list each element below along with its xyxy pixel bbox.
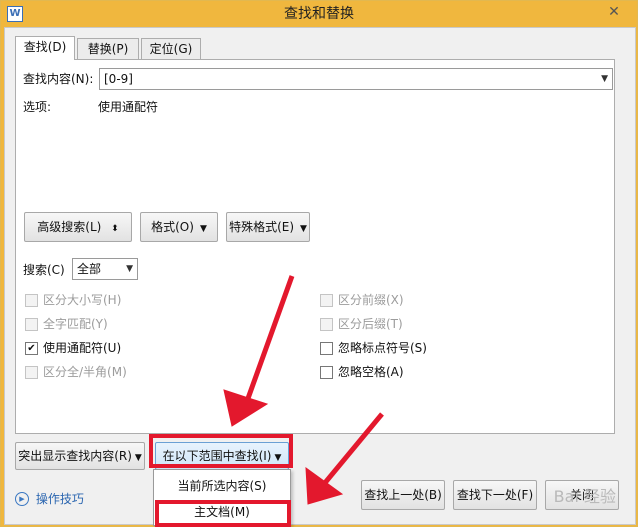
checkbox-label: 全字匹配(Y): [43, 317, 108, 331]
watermark: Bai 经验: [553, 487, 616, 506]
checkbox-box: [320, 318, 333, 331]
tab-replace[interactable]: 替换(P): [77, 38, 139, 59]
checkbox-label: 区分大小写(H): [43, 293, 122, 307]
special-format-label: 特殊格式(E): [229, 220, 295, 234]
options-value: 使用通配符: [98, 100, 159, 114]
tips-label: 操作技巧: [35, 491, 84, 506]
checkbox-label: 区分前缀(X): [338, 293, 404, 307]
title-bar: W 查找和替换 ✕: [1, 1, 637, 27]
search-scope-select[interactable]: 全部 ▼: [72, 258, 138, 280]
chevron-down-icon: ▼: [300, 224, 307, 234]
chevron-down-icon: ▼: [126, 264, 133, 274]
expand-collapse-icon: ⬍: [111, 224, 119, 234]
find-what-value: [0-9]: [104, 72, 133, 86]
checkbox-box: [25, 294, 38, 307]
tips-link[interactable]: ▶ 操作技巧: [15, 490, 84, 506]
checkbox-box: [320, 294, 333, 307]
checkbox-label: 忽略标点符号(S): [338, 341, 427, 355]
chevron-down-icon[interactable]: ▼: [601, 69, 608, 89]
menu-item-current-selection[interactable]: 当前所选内容(S): [154, 474, 290, 498]
checkbox-label: 忽略空格(A): [338, 365, 404, 379]
advanced-search-label: 高级搜索(L): [37, 220, 102, 234]
find-previous-button[interactable]: 查找上一处(B): [361, 480, 445, 510]
checkbox-box: [25, 318, 38, 331]
find-panel: 查找内容(N): [0-9] ▼ 选项: 使用通配符 高级搜索(L) ⬍ 格式(…: [15, 59, 615, 434]
advanced-search-button[interactable]: 高级搜索(L) ⬍: [24, 212, 132, 242]
dialog-body: 查找(D) 替换(P) 定位(G) 查找内容(N): [0-9] ▼ 选项: 使…: [4, 27, 636, 525]
find-next-button[interactable]: 查找下一处(F): [453, 480, 537, 510]
chevron-down-icon: ▼: [199, 224, 207, 234]
annotation-box-find-in: [149, 434, 293, 468]
find-replace-dialog: W 查找和替换 ✕ 查找(D) 替换(P) 定位(G) 查找内容(N): [0-…: [0, 0, 638, 527]
checkbox-box: [320, 342, 333, 355]
find-what-input[interactable]: [0-9] ▼: [99, 68, 613, 90]
format-button[interactable]: 格式(O) ▼: [140, 212, 218, 242]
search-label: 搜索(C): [23, 263, 65, 277]
search-scope-value: 全部: [77, 262, 102, 276]
checkbox-label: 区分全/半角(M): [43, 365, 127, 379]
tab-find[interactable]: 查找(D): [15, 36, 75, 60]
checkbox-box: [25, 366, 38, 379]
special-format-button[interactable]: 特殊格式(E) ▼: [226, 212, 310, 242]
close-icon[interactable]: ✕: [599, 1, 629, 23]
options-label: 选项:: [23, 100, 52, 114]
check-icon: ✔: [25, 342, 38, 355]
annotation-box-main-document: [155, 500, 291, 527]
highlight-found-label: 突出显示查找内容(R): [18, 449, 132, 463]
checkbox-box: [320, 366, 333, 379]
tab-goto[interactable]: 定位(G): [141, 38, 201, 59]
chevron-down-icon: ▼: [134, 453, 142, 463]
checkbox-label: 区分后缀(T): [338, 317, 403, 331]
highlight-found-button[interactable]: 突出显示查找内容(R) ▼: [15, 442, 145, 470]
format-label: 格式(O): [151, 220, 194, 234]
checkbox-label: 使用通配符(U): [43, 341, 122, 355]
find-what-label: 查找内容(N):: [23, 72, 94, 86]
window-title: 查找和替换: [284, 6, 354, 22]
play-circle-icon: ▶: [15, 491, 29, 506]
